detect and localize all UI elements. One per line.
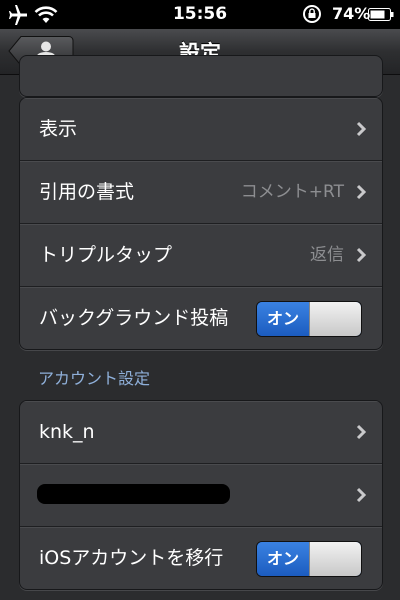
row-value: 返信 [310,245,344,265]
background-post-toggle[interactable]: オン [256,301,362,337]
chevron-right-icon [356,184,366,200]
row-value: コメント+RT [240,182,344,202]
row-display[interactable]: 表示 [20,98,382,161]
row-triple-tap[interactable]: トリプルタップ 返信 [20,224,382,287]
toggle-on-label: オン [257,302,309,336]
battery-icon [368,8,394,21]
redacted-account-name [37,484,230,504]
row-quote-format[interactable]: 引用の書式 コメント+RT [20,161,382,224]
battery-percent: 74% [332,4,371,23]
row-label: 引用の書式 [39,181,135,203]
settings-list: 表示 引用の書式 コメント+RT トリプルタップ 返信 バックグラウンド投稿 オ… [0,55,400,600]
account-settings-group: knk_n iOSアカウントを移行 オン [19,400,383,590]
row-label: バックグラウンド投稿 [39,307,229,329]
row-account-redacted[interactable] [20,464,382,527]
scrolled-group-top [19,55,383,97]
chevron-right-icon [356,424,366,440]
toggle-knob [309,302,361,336]
status-bar: 15:56 74% [0,0,400,29]
rotation-lock-icon [303,5,321,23]
chevron-right-icon [356,247,366,263]
chevron-right-icon [356,121,366,137]
row-label: 表示 [39,118,78,140]
row-label: トリプルタップ [39,244,173,266]
row-account-knk-n[interactable]: knk_n [20,401,382,464]
chevron-right-icon [356,487,366,503]
section-header-account: アカウント設定 [38,369,151,388]
row-label: knk_n [39,421,95,443]
row-background-post: バックグラウンド投稿 オン [20,287,382,349]
toggle-knob [309,542,361,576]
row-label: iOSアカウントを移行 [39,547,224,569]
display-settings-group: 表示 引用の書式 コメント+RT トリプルタップ 返信 バックグラウンド投稿 オ… [19,97,383,350]
toggle-on-label: オン [257,542,309,576]
row-ios-account-migrate: iOSアカウントを移行 オン [20,527,382,589]
ios-account-migrate-toggle[interactable]: オン [256,541,362,577]
